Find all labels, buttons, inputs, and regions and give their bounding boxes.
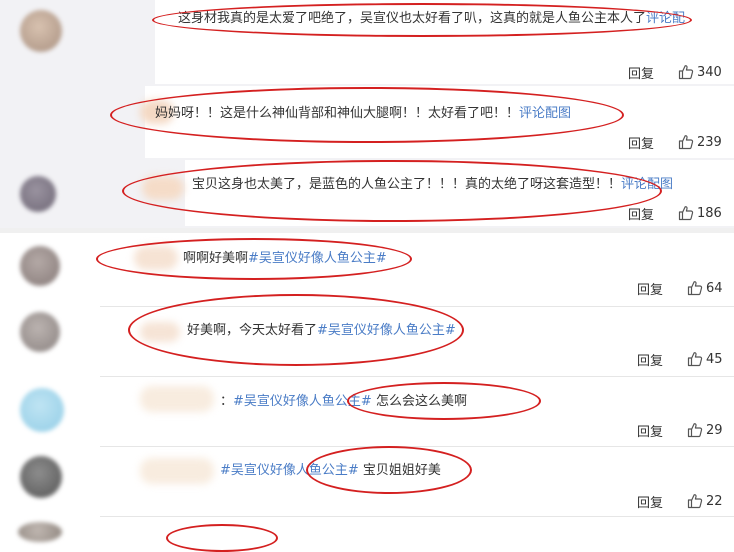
like-button[interactable]: 22 <box>687 493 723 509</box>
like-button[interactable]: 64 <box>687 280 723 296</box>
comment-text: 啊啊好美啊#吴宣仪好像人鱼公主# <box>183 250 387 268</box>
comment-segment: 这身材我真的是太爱了吧绝了，吴宣仪也太好看了叭，这真的就是人鱼公主本人了 <box>178 11 647 26</box>
reply-button[interactable]: 回复 <box>637 350 663 369</box>
like-count: 239 <box>697 134 722 150</box>
avatar[interactable] <box>20 388 64 432</box>
avatar[interactable] <box>18 522 62 542</box>
thumbs-up-icon <box>687 422 703 438</box>
like-button[interactable]: 239 <box>678 134 722 150</box>
thumbs-up-icon <box>678 205 694 221</box>
reply-button[interactable]: 回复 <box>637 492 663 511</box>
comment-segment: 妈妈呀！！这是什么神仙背部和神仙大腿啊！！太好看了吧！！ <box>155 106 520 121</box>
divider <box>100 516 734 517</box>
reply-button[interactable]: 回复 <box>628 133 654 152</box>
username-redacted[interactable] <box>140 458 214 484</box>
comment-list: 这身材我真的是太爱了吧绝了，吴宣仪也太好看了叭，这真的就是人鱼公主本人了评论配 … <box>0 0 734 552</box>
avatar[interactable] <box>20 176 56 212</box>
divider <box>100 446 734 447</box>
like-button[interactable]: 45 <box>687 351 723 367</box>
highlight-ring <box>166 524 278 552</box>
comment-text: 这身材我真的是太爱了吧绝了，吴宣仪也太好看了叭，这真的就是人鱼公主本人了评论配 <box>178 10 685 28</box>
like-count: 340 <box>697 64 722 80</box>
divider <box>100 376 734 377</box>
divider <box>100 306 734 307</box>
avatar[interactable] <box>20 456 62 498</box>
thumbs-up-icon <box>678 64 694 80</box>
thumbs-up-icon <box>678 134 694 150</box>
thumbs-up-icon <box>687 351 703 367</box>
divider <box>0 228 734 233</box>
comment-segment: 啊啊好美啊 <box>183 251 249 266</box>
hashtag-link[interactable]: 评论配 <box>646 11 685 26</box>
comment-segment: 好美啊，今天太好看了 <box>187 323 318 338</box>
comment-segment: 怎么会这么美啊 <box>371 394 467 409</box>
username-redacted[interactable] <box>134 246 178 270</box>
avatar[interactable] <box>20 10 62 52</box>
comment-text: #吴宣仪好像人鱼公主# 宝贝姐姐好美 <box>220 462 441 480</box>
reply-button[interactable]: 回复 <box>637 279 663 298</box>
comment-segment: 宝贝姐姐好美 <box>358 463 441 478</box>
thumbs-up-icon <box>687 493 703 509</box>
like-count: 45 <box>706 351 723 367</box>
thumbs-up-icon <box>687 280 703 296</box>
hashtag-link[interactable]: #吴宣仪好像人鱼公主# <box>233 394 372 409</box>
like-button[interactable]: 29 <box>687 422 723 438</box>
hashtag-link[interactable]: #吴宣仪好像人鱼公主# <box>317 323 456 338</box>
comment-text: ：#吴宣仪好像人鱼公主# 怎么会这么美啊 <box>220 393 467 411</box>
comment-segment: 宝贝这身也太美了，是蓝色的人鱼公主了！！！真的太绝了呀这套造型！！ <box>192 177 622 192</box>
like-count: 29 <box>706 422 723 438</box>
username-redacted[interactable] <box>142 176 184 200</box>
like-button[interactable]: 340 <box>678 64 722 80</box>
hashtag-link[interactable]: 评论配图 <box>621 177 673 192</box>
reply-button[interactable]: 回复 <box>628 63 654 82</box>
avatar[interactable] <box>20 246 60 286</box>
like-count: 22 <box>706 493 723 509</box>
hashtag-link[interactable]: 评论配图 <box>519 106 571 121</box>
reply-button[interactable]: 回复 <box>628 204 654 223</box>
comment-text: 好美啊，今天太好看了#吴宣仪好像人鱼公主# <box>187 322 456 340</box>
hashtag-link[interactable]: #吴宣仪好像人鱼公主# <box>248 251 387 266</box>
like-count: 64 <box>706 280 723 296</box>
hashtag-link[interactable]: #吴宣仪好像人鱼公主# <box>220 463 359 478</box>
comment-segment: ： <box>220 394 234 409</box>
comment-text: 妈妈呀！！这是什么神仙背部和神仙大腿啊！！太好看了吧！！评论配图 <box>155 105 571 123</box>
like-button[interactable]: 186 <box>678 205 722 221</box>
comment-text: 宝贝这身也太美了，是蓝色的人鱼公主了！！！真的太绝了呀这套造型！！评论配图 <box>192 176 673 194</box>
username-redacted[interactable] <box>140 322 180 342</box>
username-redacted[interactable] <box>140 386 214 412</box>
avatar[interactable] <box>20 312 60 352</box>
like-count: 186 <box>697 205 722 221</box>
reply-button[interactable]: 回复 <box>637 421 663 440</box>
